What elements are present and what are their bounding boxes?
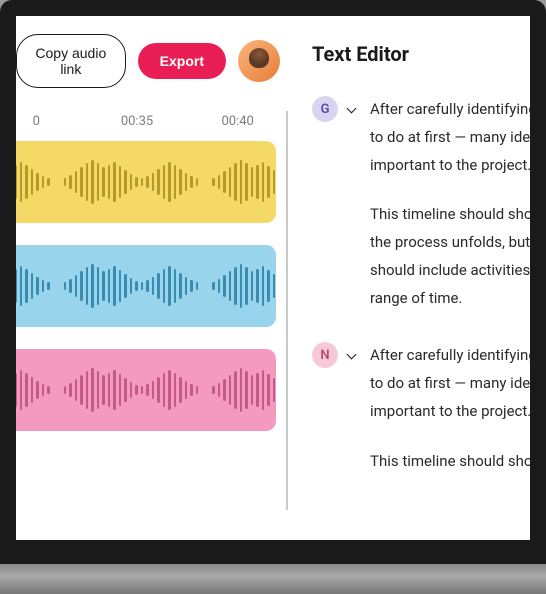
transcript-paragraph: After carefully identifyingto do at firs…: [370, 342, 530, 425]
timeline-tick: 00:35: [87, 114, 188, 129]
speaker-selector[interactable]: G: [312, 96, 358, 122]
transcript-paragraph: After carefully identifyingto do at firs…: [370, 96, 530, 179]
user-avatar[interactable]: [238, 40, 280, 82]
app-screen: Copy audio link Export 0 00:35 00:40 Tex…: [16, 16, 530, 540]
audio-track[interactable]: [16, 245, 276, 327]
export-button[interactable]: Export: [138, 43, 226, 79]
audio-tracks: [16, 135, 288, 431]
playhead[interactable]: [286, 111, 288, 510]
transcript-block: G After carefully identifyingto do at fir…: [312, 96, 530, 334]
transcript-block: N After carefully identifyingto do at fir…: [312, 342, 530, 497]
transcript-list: G After carefully identifyingto do at fir…: [312, 96, 530, 497]
copy-audio-link-button[interactable]: Copy audio link: [16, 34, 126, 88]
transcript-paragraph: This timeline should show: [370, 448, 530, 476]
timeline-tick: 00:40: [187, 114, 288, 129]
audio-editor-panel: Copy audio link Export 0 00:35 00:40: [16, 16, 288, 540]
timeline-ruler: 0 00:35 00:40: [16, 106, 288, 135]
transcript-paragraph: This timeline should showthe process unf…: [370, 201, 530, 312]
speaker-badge: G: [312, 96, 338, 122]
timeline-tick: 0: [16, 114, 87, 129]
text-editor-panel: Text Editor G After carefully identifying…: [288, 16, 530, 540]
panel-title: Text Editor: [312, 42, 530, 66]
device-frame: Copy audio link Export 0 00:35 00:40 Tex…: [0, 0, 546, 594]
device-base: [0, 564, 546, 594]
audio-track[interactable]: [16, 349, 276, 431]
chevron-down-icon: [346, 349, 358, 361]
speaker-selector[interactable]: N: [312, 342, 358, 368]
toolbar: Copy audio link Export: [16, 16, 288, 106]
speaker-badge: N: [312, 342, 338, 368]
audio-track[interactable]: [16, 141, 276, 223]
chevron-down-icon: [346, 103, 358, 115]
transcript-text[interactable]: After carefully identifyingto do at firs…: [370, 342, 530, 497]
transcript-text[interactable]: After carefully identifyingto do at firs…: [370, 96, 530, 334]
